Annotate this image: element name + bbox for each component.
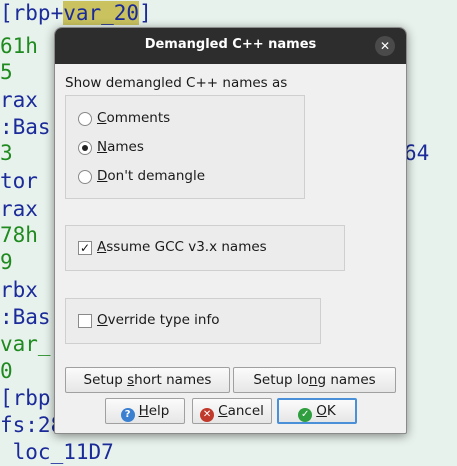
dialog-body: Show demangled C++ names as Comments Nam… (55, 64, 406, 433)
help-icon: ? (120, 408, 135, 422)
assume-gcc-label[interactable]: Assume GCC v3.x names (97, 239, 267, 255)
override-type-group: Override type info (65, 298, 321, 344)
radio-dont-demangle-label[interactable]: Don't demangle (97, 168, 205, 184)
asm-line: loc_11D7 (0, 440, 114, 464)
close-button[interactable]: ✕ (375, 36, 395, 56)
setup-short-names-button[interactable]: Setup short names (65, 367, 230, 393)
asm-line: 0 (0, 359, 13, 383)
close-icon: ✕ (379, 39, 391, 53)
asm-line: :Bas (0, 305, 51, 329)
override-type-label[interactable]: Override type info (97, 312, 219, 328)
radio-comments-label[interactable]: Comments (97, 110, 170, 126)
asm-line: tor (0, 169, 38, 193)
show-as-label: Show demangled C++ names as (65, 75, 288, 91)
asm-line: rax (0, 197, 38, 221)
dialog-titlebar[interactable]: Demangled C++ names ✕ (55, 28, 406, 64)
asm-line: rax (0, 88, 38, 112)
cancel-button[interactable]: ✕ Cancel (192, 398, 272, 424)
asm-line: 5 (0, 60, 13, 84)
demangle-mode-group: Comments Names Don't demangle (65, 95, 305, 199)
override-type-checkbox[interactable] (78, 314, 92, 328)
asm-line: 3 (0, 141, 13, 165)
asm-line: 9 (0, 250, 13, 274)
asm-line: rbx (0, 278, 38, 302)
asm-line: 78h (0, 223, 38, 247)
radio-comments-button[interactable] (78, 112, 92, 126)
ok-button[interactable]: ✓ OK (277, 398, 357, 424)
radio-names-label[interactable]: Names (97, 139, 144, 155)
setup-long-names-button[interactable]: Setup long names (233, 367, 396, 393)
radio-names-button[interactable] (78, 141, 92, 155)
cancel-icon: ✕ (200, 408, 215, 422)
dialog-title: Demangled C++ names (144, 37, 317, 52)
asm-line: [rbp+var_20] (0, 1, 152, 25)
assume-gcc-group: ✓ Assume GCC v3.x names (65, 225, 345, 271)
asm-line: 61h (0, 34, 38, 58)
demangled-names-dialog: Demangled C++ names ✕ Show demangled C++… (54, 27, 407, 434)
help-button[interactable]: ? Help (105, 398, 185, 424)
ok-check-icon: ✓ (298, 408, 313, 422)
asm-line: var_ (0, 332, 51, 356)
asm-line: :Bas (0, 115, 51, 139)
asm-fragment: 64 (404, 141, 430, 165)
radio-dont-demangle-button[interactable] (78, 170, 92, 184)
asm-line: [rbp (0, 386, 51, 410)
assume-gcc-checkbox[interactable]: ✓ (78, 241, 92, 255)
checkmark-icon: ✓ (79, 241, 91, 255)
